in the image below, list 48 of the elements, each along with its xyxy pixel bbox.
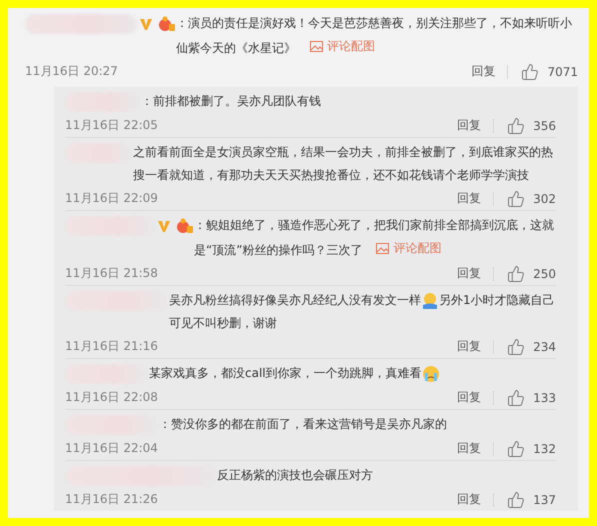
comment-date: 11月16日 22:09 [65, 191, 158, 205]
comment-date: 11月16日 21:58 [65, 266, 158, 280]
thumbs-up-icon [507, 388, 526, 406]
thumbs-up-icon [507, 338, 526, 356]
like-button[interactable]: 234 [507, 338, 556, 356]
reply-link[interactable]: 回复 [457, 190, 482, 207]
medal-icon [158, 16, 176, 32]
like-button[interactable]: 133 [507, 388, 556, 406]
like-button[interactable]: 302 [507, 190, 556, 208]
verified-v-icon [139, 17, 153, 31]
crying-face-icon [422, 364, 440, 383]
thumbs-up-icon [507, 264, 526, 282]
reply-link[interactable]: 回复 [457, 389, 482, 406]
comment-date: 11月16日 22:05 [65, 118, 158, 132]
like-button[interactable]: 250 [507, 264, 556, 282]
comment-date: 11月16日 20:27 [25, 64, 118, 78]
reply-link[interactable]: 回复 [457, 491, 482, 508]
comment-date: 11月16日 21:26 [65, 492, 158, 506]
comment-date: 11月16日 22:08 [65, 390, 158, 404]
reply-link[interactable]: 回复 [457, 117, 482, 134]
thumbs-up-icon [507, 190, 526, 208]
comment-text: 反正杨紫的演技也会碾压对方 [217, 467, 374, 484]
reply-link[interactable]: 回复 [457, 265, 482, 282]
comment-text: 之前看前面全是女演员家空瓶，结果一会功夫，前排全被删了，到底谁家买的热搜一看就知道，有那功夫天天买热搜抢番位，还不如花钱请个老师学学演技 [133, 144, 554, 184]
reply-link[interactable]: 回复 [457, 440, 482, 457]
like-button[interactable]: 7071 [521, 62, 578, 80]
thumbs-up-icon [521, 62, 540, 80]
reply-link[interactable]: 回复 [471, 63, 496, 80]
image-icon [376, 243, 390, 254]
like-button[interactable]: 137 [507, 490, 556, 508]
comment-date: 11月16日 22:04 [65, 441, 158, 455]
like-button[interactable]: 356 [507, 116, 556, 134]
comment-text: 吴亦凡粉丝搞得好像吴亦凡经纪人没有发文一样 另外1小时才隐藏自己可见不叫秒删，谢谢 [169, 290, 556, 332]
comment-date: 11月16日 21:16 [65, 339, 158, 353]
image-icon [310, 41, 323, 52]
like-button[interactable]: 132 [507, 440, 556, 458]
reply-link[interactable]: 回复 [457, 338, 482, 355]
thumbs-up-icon [507, 116, 526, 134]
hug-emoji-icon [421, 292, 439, 310]
comment-text: ：赞没你多的都在前面了，看来这营销号是吴亦凡家的 [159, 416, 448, 433]
verified-v-icon [157, 219, 171, 233]
medal-icon [176, 218, 194, 234]
comment-text: ：鲵姐姐绝了，骚造作恶心死了，把我们家前排全部搞到沉底，这就是“顶流”粉丝的操作吗？三次了 评论配图 [194, 214, 556, 262]
thumbs-up-icon [507, 440, 526, 458]
thumbs-up-icon [507, 490, 526, 508]
comment-text: ：前排都被删了。吴亦凡团队有钱 [141, 93, 322, 110]
comment-text: 某家戏真多，都没call到你家，一个劲跳脚，真难看 [149, 362, 556, 385]
comment-text: ：演员的责任是演好戏！今天是芭莎慈善夜，别关注那些了，不如来听听小仙紫今天的《水星记》 评论配图 [176, 12, 574, 60]
